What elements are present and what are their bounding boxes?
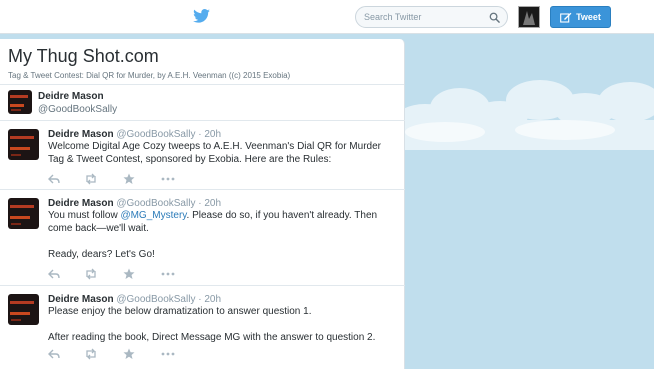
retweet-icon[interactable] bbox=[84, 173, 98, 185]
profile-avatar[interactable] bbox=[8, 90, 32, 114]
tweet-time[interactable]: 20h bbox=[204, 294, 221, 305]
tweet-avatar[interactable] bbox=[8, 294, 39, 325]
tweet-actions bbox=[48, 268, 188, 280]
search-box[interactable] bbox=[355, 6, 508, 28]
tweet-header: Deidre Mason @GoodBookSally · 20h bbox=[48, 198, 221, 209]
tweet-button[interactable]: Tweet bbox=[550, 6, 611, 28]
retweet-icon[interactable] bbox=[84, 348, 98, 360]
star-icon[interactable] bbox=[123, 173, 135, 185]
tweet-author-name[interactable]: Deidre Mason bbox=[48, 294, 114, 305]
more-icon[interactable] bbox=[161, 348, 175, 360]
top-nav-bar: Tweet bbox=[0, 0, 654, 34]
cloud-background bbox=[405, 80, 654, 150]
tweet-paragraph: Ready, dears? Let's Go! bbox=[48, 249, 155, 260]
tweet-paragraph: Welcome Digital Age Cozy tweeps to A.E.H… bbox=[48, 141, 381, 165]
tweet-actions bbox=[48, 173, 188, 185]
star-icon[interactable] bbox=[123, 348, 135, 360]
tweet-text: You must follow @MG_Mystery. Please do s… bbox=[48, 209, 398, 261]
tweet-time[interactable]: 20h bbox=[204, 129, 221, 140]
avatar-image bbox=[523, 11, 535, 25]
compose-icon bbox=[560, 12, 572, 23]
page-header: My Thug Shot.com Tag & Tweet Contest: Di… bbox=[0, 39, 404, 85]
tweet-header: Deidre Mason @GoodBookSally · 20h bbox=[48, 129, 221, 140]
star-icon[interactable] bbox=[123, 268, 135, 280]
tweet-item[interactable]: Deidre Mason @GoodBookSally · 20h You mu… bbox=[0, 190, 405, 286]
tweet-avatar[interactable] bbox=[8, 198, 39, 229]
profile-name[interactable]: Deidre Mason bbox=[38, 91, 104, 102]
search-input[interactable] bbox=[364, 10, 484, 24]
tweet-time[interactable]: 20h bbox=[204, 198, 221, 209]
tweet-avatar[interactable] bbox=[8, 129, 39, 160]
tweet-author-name[interactable]: Deidre Mason bbox=[48, 129, 114, 140]
tweet-separator: · bbox=[198, 129, 202, 140]
page-title: My Thug Shot.com bbox=[8, 46, 159, 66]
tweet-author-name[interactable]: Deidre Mason bbox=[48, 198, 114, 209]
profile-row[interactable]: Deidre Mason @GoodBookSally bbox=[0, 85, 405, 121]
more-icon[interactable] bbox=[161, 268, 175, 280]
search-icon[interactable] bbox=[489, 12, 500, 23]
tweet-paragraph: Please enjoy the below dramatization to … bbox=[48, 306, 312, 317]
profile-handle[interactable]: @GoodBookSally bbox=[38, 104, 117, 115]
tweet-paragraph: After reading the book, Direct Message M… bbox=[48, 332, 376, 343]
tweet-separator: · bbox=[198, 294, 202, 305]
reply-icon[interactable] bbox=[48, 173, 60, 185]
tweet-author-handle[interactable]: @GoodBookSally bbox=[116, 294, 195, 305]
tweet-text: Welcome Digital Age Cozy tweeps to A.E.H… bbox=[48, 140, 398, 166]
timeline-column: My Thug Shot.com Tag & Tweet Contest: Di… bbox=[0, 39, 405, 369]
tweet-text-segment: You must follow bbox=[48, 210, 121, 221]
reply-icon[interactable] bbox=[48, 268, 60, 280]
more-icon[interactable] bbox=[161, 173, 175, 185]
tweet-button-label: Tweet bbox=[576, 12, 601, 22]
tweet-separator: · bbox=[198, 198, 202, 209]
mention-link[interactable]: @MG_Mystery bbox=[120, 210, 186, 221]
tweet-text: Please enjoy the below dramatization to … bbox=[48, 305, 398, 344]
tweet-paragraph: You must follow @MG_Mystery. Please do s… bbox=[48, 209, 398, 235]
tweet-actions bbox=[48, 348, 188, 360]
tweet-author-handle[interactable]: @GoodBookSally bbox=[116, 129, 195, 140]
twitter-bird-icon[interactable] bbox=[193, 9, 210, 23]
retweet-icon[interactable] bbox=[84, 268, 98, 280]
user-avatar[interactable] bbox=[518, 6, 540, 28]
tweet-item[interactable]: Deidre Mason @GoodBookSally · 20h Welcom… bbox=[0, 121, 405, 190]
tweet-header: Deidre Mason @GoodBookSally · 20h bbox=[48, 294, 221, 305]
tweet-item[interactable]: Deidre Mason @GoodBookSally · 20h Please… bbox=[0, 286, 405, 369]
reply-icon[interactable] bbox=[48, 348, 60, 360]
page-subtitle: Tag & Tweet Contest: Dial QR for Murder,… bbox=[8, 71, 291, 80]
tweet-author-handle[interactable]: @GoodBookSally bbox=[116, 198, 195, 209]
